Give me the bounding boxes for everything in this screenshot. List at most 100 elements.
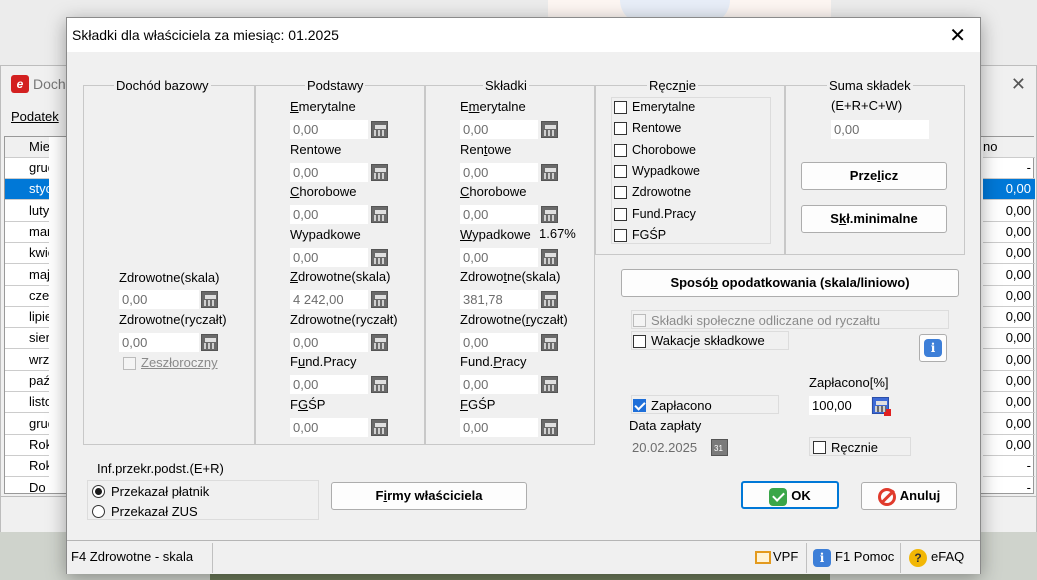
anuluj-button[interactable]: Anuluj: [861, 482, 957, 510]
menu-podatek[interactable]: Podatek: [11, 109, 59, 124]
calculator-icon[interactable]: [872, 397, 891, 416]
background-table-row-label[interactable]: sierpi: [5, 328, 49, 350]
background-table-row-value[interactable]: 0,00: [983, 414, 1035, 435]
background-table-row-label[interactable]: luty: [5, 201, 49, 222]
zaplacono-pct-field[interactable]: 100,00: [809, 396, 871, 415]
left-column-header[interactable]: Miesią: [5, 137, 49, 158]
skl-minimalne-button[interactable]: Skł.minimalne: [801, 205, 947, 233]
background-table-row-label[interactable]: grudz: [5, 414, 49, 435]
zaplacono-checkbox[interactable]: [633, 399, 646, 412]
background-table-row-label[interactable]: wrzesi: [5, 350, 49, 371]
podstawy-field[interactable]: 0,00: [290, 247, 368, 267]
ok-button[interactable]: OK: [741, 481, 839, 509]
data-zaplaty-field[interactable]: 20.02.2025: [629, 438, 707, 457]
background-table-row-value[interactable]: 0,00: [983, 286, 1035, 307]
background-table-row-value[interactable]: 0,00: [983, 328, 1035, 350]
dochod-zdr-skala-field[interactable]: 0,00: [119, 290, 199, 309]
calculator-icon[interactable]: [541, 248, 558, 266]
calculator-icon[interactable]: [541, 206, 558, 223]
right-column-header[interactable]: no: [983, 137, 1035, 158]
background-table-row-value[interactable]: 0,00: [983, 179, 1035, 201]
background-table-row-value[interactable]: -: [983, 158, 1035, 179]
skladki-field[interactable]: 0,00: [460, 332, 538, 352]
dialog-close-icon[interactable]: ✕: [949, 23, 966, 48]
podstawy-field[interactable]: 0,00: [290, 120, 368, 139]
background-table-row-label[interactable]: kwiec: [5, 243, 49, 265]
recznie-checkbox[interactable]: [813, 441, 826, 454]
sposob-opodatkowania-button[interactable]: Sposób opodatkowania (skala/liniowo): [621, 269, 959, 297]
podstawy-field[interactable]: 0,00: [290, 332, 368, 352]
background-table-row-value[interactable]: 0,00: [983, 222, 1035, 243]
calculator-icon[interactable]: [541, 121, 558, 138]
background-table-row-value[interactable]: 0,00: [983, 265, 1035, 286]
background-table-row-value[interactable]: 0,00: [983, 371, 1035, 392]
background-table-row-value[interactable]: 0,00: [983, 392, 1035, 414]
dochod-zdr-ryczalt-field[interactable]: 0,00: [119, 333, 199, 352]
calculator-icon[interactable]: [541, 418, 558, 436]
przekazal-platnik-radio[interactable]: [92, 485, 105, 498]
calculator-icon[interactable]: [371, 121, 388, 138]
skladki-spoleczne-checkbox[interactable]: [633, 314, 646, 327]
calculator-icon[interactable]: [371, 163, 388, 181]
calculator-icon[interactable]: [371, 206, 388, 223]
podstawy-field[interactable]: 0,00: [290, 205, 368, 224]
background-table-row-label[interactable]: paździ: [5, 371, 49, 392]
skladki-field[interactable]: 0,00: [460, 162, 538, 182]
background-table-row-value[interactable]: -: [983, 456, 1035, 478]
wakacje-checkbox[interactable]: [633, 335, 646, 348]
skladki-field[interactable]: 0,00: [460, 120, 538, 139]
zeszloroczny-checkbox[interactable]: [123, 357, 136, 370]
background-table-row-value[interactable]: 0,00: [983, 243, 1035, 265]
podstawy-field[interactable]: 0,00: [290, 375, 368, 394]
info-button[interactable]: i: [919, 334, 947, 362]
background-table-row-label[interactable]: czerw: [5, 286, 49, 307]
skladki-field[interactable]: 0,00: [460, 247, 538, 267]
background-table-row-label[interactable]: Rok 20: [5, 456, 49, 478]
calculator-icon[interactable]: [371, 291, 388, 308]
skladki-field[interactable]: 0,00: [460, 205, 538, 224]
background-table-row-value[interactable]: 0,00: [983, 350, 1035, 371]
recznie-item-checkbox[interactable]: [614, 228, 627, 242]
efaq-button[interactable]: ? eFAQ: [905, 543, 975, 573]
calculator-icon[interactable]: [541, 333, 558, 351]
recznie-item-checkbox[interactable]: [614, 164, 627, 178]
background-window-close-icon[interactable]: ✕: [1011, 74, 1026, 95]
skladki-field[interactable]: 0,00: [460, 375, 538, 394]
background-table-row-value[interactable]: 0,00: [983, 435, 1035, 456]
calculator-icon[interactable]: [201, 334, 218, 351]
calculator-icon[interactable]: [201, 291, 218, 308]
background-table-row-value[interactable]: 0,00: [983, 307, 1035, 329]
calendar-icon[interactable]: [711, 439, 728, 456]
background-table-row-label[interactable]: maj: [5, 265, 49, 286]
calculator-icon[interactable]: [371, 248, 388, 266]
pomoc-button[interactable]: i F1 Pomoc: [809, 543, 901, 573]
background-table-row-label[interactable]: listop: [5, 392, 49, 414]
skladki-field[interactable]: 0,00: [460, 417, 538, 437]
recznie-item-checkbox[interactable]: [614, 207, 627, 221]
background-table-row-label[interactable]: stycze: [5, 179, 49, 201]
calculator-icon[interactable]: [541, 291, 558, 308]
podstawy-field[interactable]: 0,00: [290, 162, 368, 182]
recznie-item-checkbox[interactable]: [614, 122, 627, 136]
firmy-wlasciciela-button[interactable]: Firmy właściciela: [331, 482, 527, 510]
vpf-button[interactable]: VPF: [751, 543, 807, 573]
calculator-icon[interactable]: [371, 418, 388, 436]
recznie-item-checkbox[interactable]: [614, 101, 627, 114]
suma-field[interactable]: 0,00: [831, 120, 929, 139]
przekazal-zus-radio[interactable]: [92, 505, 105, 518]
recznie-item-checkbox[interactable]: [614, 186, 627, 200]
przelicz-button[interactable]: Przelicz: [801, 162, 947, 190]
podstawy-field[interactable]: 0,00: [290, 417, 368, 437]
calculator-icon[interactable]: [371, 376, 388, 393]
podstawy-field[interactable]: 4 242,00: [290, 290, 368, 309]
background-table-row-label[interactable]: grudz: [5, 158, 49, 179]
skladki-field[interactable]: 381,78: [460, 290, 538, 309]
background-table-row-label[interactable]: Rok 20: [5, 435, 49, 456]
background-table-row-label[interactable]: lipiec: [5, 307, 49, 329]
calculator-icon[interactable]: [541, 163, 558, 181]
calculator-icon[interactable]: [541, 376, 558, 393]
calculator-icon[interactable]: [371, 333, 388, 351]
recznie-item-checkbox[interactable]: [614, 143, 627, 157]
background-table-row-label[interactable]: marze: [5, 222, 49, 243]
background-table-row-value[interactable]: 0,00: [983, 201, 1035, 222]
